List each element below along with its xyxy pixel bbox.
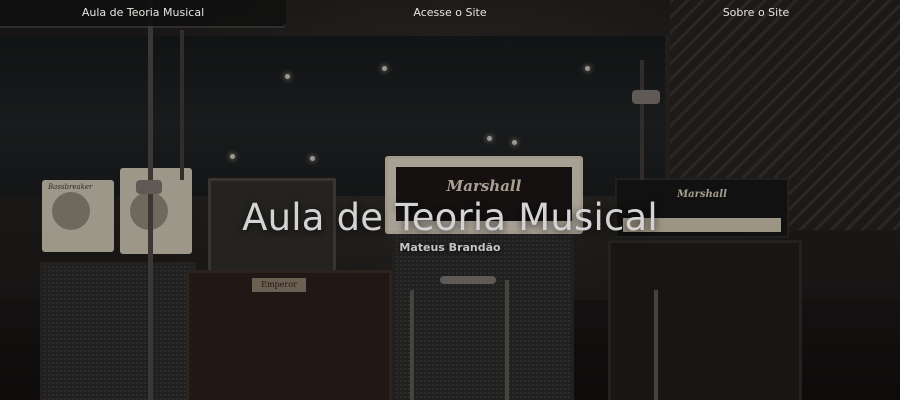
top-navigation: Aula de Teoria Musical Acesse o Site Sob…: [0, 0, 900, 28]
hero-subtitle: Mateus Brandão: [399, 241, 501, 254]
hero-title: Aula de Teoria Musical: [242, 196, 658, 239]
nav-item-home[interactable]: Aula de Teoria Musical: [0, 0, 286, 26]
nav-item-access-site[interactable]: Acesse o Site: [300, 0, 600, 26]
nav-item-about-site[interactable]: Sobre o Site: [612, 0, 900, 26]
